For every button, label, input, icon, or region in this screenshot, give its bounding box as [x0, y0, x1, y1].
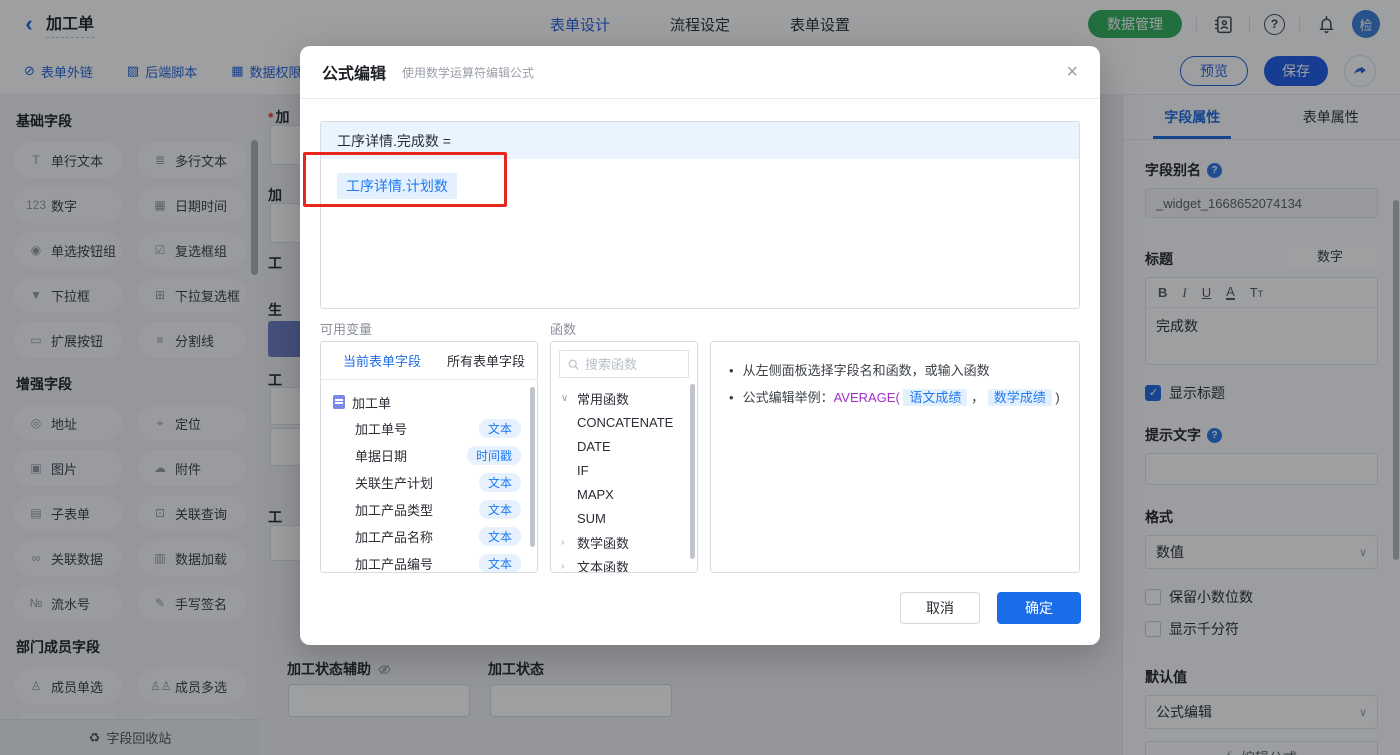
tips-panel: • 从左侧面板选择字段名和函数，或输入函数 • 公式编辑举例：AVERAGE( …: [710, 341, 1080, 573]
example-field-chip: 语文成绩: [903, 389, 968, 406]
function-group-text[interactable]: › 文本函数: [551, 554, 697, 573]
tab-all-form-fields[interactable]: 所有表单字段: [447, 351, 525, 370]
formula-token[interactable]: 工序详情.计划数: [337, 173, 457, 199]
variable-name: 加工产品名称: [355, 530, 434, 545]
variable-item[interactable]: 关联生产计划 文本: [333, 469, 529, 496]
variables-label: 可用变量: [320, 322, 373, 337]
search-icon: [568, 359, 579, 370]
variable-name: 加工产品类型: [355, 503, 434, 518]
variable-type-badge: 文本: [478, 500, 521, 519]
example-prefix: 公式编辑举例：: [742, 390, 834, 405]
example-function: AVERAGE(: [833, 390, 900, 405]
variable-item[interactable]: 加工产品类型 文本: [333, 496, 529, 523]
tree-root-label: 加工单: [352, 395, 392, 411]
chevron-down-icon: ∨: [561, 392, 569, 404]
cancel-button[interactable]: 取消: [900, 592, 980, 624]
close-icon[interactable]: ×: [1066, 62, 1078, 82]
formula-target: 工序详情.完成数 =: [321, 122, 1079, 159]
confirm-button[interactable]: 确定: [997, 592, 1081, 624]
variable-item[interactable]: 加工单号 文本: [333, 415, 529, 442]
variable-item[interactable]: 加工产品名称 文本: [333, 523, 529, 550]
variables-tree: 加工单 加工单号 文本 单据日期 时间戳 关联生产计划 文本 加工产品类型 文本 加工产…: [321, 380, 537, 572]
function-group-label: 常用函数: [577, 391, 630, 407]
functions-scrollbar[interactable]: [690, 384, 695, 559]
variables-tabs: 当前表单字段 所有表单字段: [321, 342, 537, 380]
tree-root-form[interactable]: 加工单: [333, 389, 529, 415]
variable-type-badge: 文本: [478, 554, 521, 572]
variable-type-badge: 时间戳: [466, 446, 521, 465]
function-group-common[interactable]: ∨ 常用函数: [551, 386, 697, 410]
variable-name: 加工单号: [355, 422, 408, 437]
function-group-label: 文本函数: [577, 559, 630, 573]
variables-scrollbar[interactable]: [530, 387, 535, 547]
chevron-right-icon: ›: [561, 536, 565, 548]
functions-panel: ∨ 常用函数 CONCATENATE DATE IF MAPX SUM › 数学…: [550, 341, 698, 573]
variable-type-badge: 文本: [478, 473, 521, 492]
function-item[interactable]: SUM: [551, 506, 697, 530]
variables-panel: 当前表单字段 所有表单字段 加工单 加工单号 文本 单据日期 时间戳 关联生产计划文…: [320, 341, 538, 573]
variable-type-badge: 文本: [478, 527, 521, 546]
function-group-label: 数学函数: [577, 535, 630, 551]
variable-item[interactable]: 加工产品编号 文本: [333, 550, 529, 572]
function-group-math[interactable]: › 数学函数: [551, 530, 697, 554]
bullet-icon: •: [729, 390, 734, 405]
chevron-right-icon: ›: [561, 560, 565, 572]
tip-line-2: • 公式编辑举例：AVERAGE( 语文成绩 ， 数学成绩 ): [729, 384, 1061, 411]
variable-name: 加工产品编号: [355, 557, 434, 572]
example-field-chip: 数学成绩: [987, 389, 1052, 406]
formula-editor-modal: 公式编辑 使用数学运算符编辑公式 × 工序详情.完成数 = 工序详情.计划数 可…: [300, 46, 1100, 645]
function-item[interactable]: DATE: [551, 434, 697, 458]
variable-name: 单据日期: [355, 449, 408, 464]
function-item[interactable]: CONCATENATE: [551, 410, 697, 434]
modal-subtitle: 使用数学运算符编辑公式: [402, 65, 535, 80]
form-doc-icon: [333, 395, 345, 409]
modal-header: 公式编辑 使用数学运算符编辑公式 ×: [300, 46, 1100, 99]
app-screen: ‹ 加工单 表单设计 流程设定 表单设置 数据管理 ? 检 ⊘ 表单外链 ▨ 后…: [0, 0, 1400, 755]
variable-name: 关联生产计划: [355, 476, 434, 491]
variable-item[interactable]: 单据日期 时间戳: [333, 442, 529, 469]
modal-title: 公式编辑: [322, 66, 387, 83]
function-search-input[interactable]: [585, 356, 677, 372]
tip-line-1: • 从左侧面板选择字段名和函数，或输入函数: [729, 357, 1061, 384]
formula-input-area[interactable]: 工序详情.计划数: [321, 159, 1079, 213]
variable-type-badge: 文本: [478, 419, 521, 438]
function-search[interactable]: [559, 350, 689, 378]
functions-label: 函数: [550, 322, 577, 337]
function-item[interactable]: IF: [551, 458, 697, 482]
example-close-paren: ): [1055, 390, 1060, 405]
bullet-icon: •: [729, 363, 734, 378]
example-comma: ，: [971, 390, 985, 405]
formula-editor: 工序详情.完成数 = 工序详情.计划数: [320, 121, 1080, 309]
tab-current-form-fields[interactable]: 当前表单字段: [343, 351, 421, 370]
function-item[interactable]: MAPX: [551, 482, 697, 506]
